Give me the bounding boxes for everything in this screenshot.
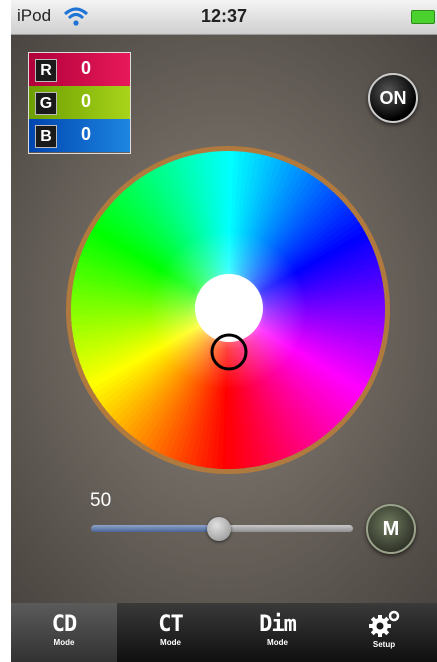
green-value: 0 xyxy=(81,91,92,111)
red-letter: R xyxy=(35,59,57,82)
status-bar: iPod 12:37 xyxy=(11,0,437,35)
tab-dim-sub: Mode xyxy=(267,638,288,647)
tab-cd-label: CD xyxy=(51,612,78,637)
device-screen: iPod 12:37 R 0 G 0 B 0 ON 50 M CD Mode C… xyxy=(11,0,437,662)
slider-filled-track xyxy=(91,525,220,532)
slider-empty-track xyxy=(220,525,353,532)
tab-ct-mode[interactable]: CT Mode xyxy=(117,603,224,662)
tab-cd-mode[interactable]: CD Mode xyxy=(11,603,117,662)
brightness-slider[interactable] xyxy=(91,517,353,541)
center-white-disc xyxy=(195,274,263,342)
status-time: 12:37 xyxy=(200,6,248,26)
tab-dim-label: Dim xyxy=(259,612,297,637)
tab-bar: CD Mode CT Mode Dim Mode Setup xyxy=(11,603,437,662)
gear-icon xyxy=(369,610,400,637)
battery-icon xyxy=(411,10,435,24)
tab-cd-sub: Mode xyxy=(53,638,75,647)
tab-dim-mode[interactable]: Dim Mode xyxy=(224,603,331,662)
tab-setup-sub: Setup xyxy=(372,640,396,649)
tab-setup[interactable]: Setup xyxy=(331,603,437,662)
rgb-readout: R 0 G 0 B 0 xyxy=(28,52,131,154)
green-letter: G xyxy=(35,92,57,115)
rgb-row-red: R 0 xyxy=(29,53,130,86)
blue-value: 0 xyxy=(81,124,92,144)
rgb-row-green: G 0 xyxy=(29,86,130,119)
memory-button[interactable]: M xyxy=(366,504,416,554)
main-area: R 0 G 0 B 0 ON 50 M xyxy=(11,35,437,603)
tab-ct-label: CT xyxy=(158,612,184,637)
power-on-button[interactable]: ON xyxy=(368,73,418,123)
color-wheel[interactable] xyxy=(66,146,390,474)
tab-ct-sub: Mode xyxy=(160,638,181,647)
red-value: 0 xyxy=(81,58,92,78)
blue-letter: B xyxy=(35,125,57,148)
slider-thumb[interactable] xyxy=(207,517,231,541)
brightness-value: 50 xyxy=(90,490,112,511)
